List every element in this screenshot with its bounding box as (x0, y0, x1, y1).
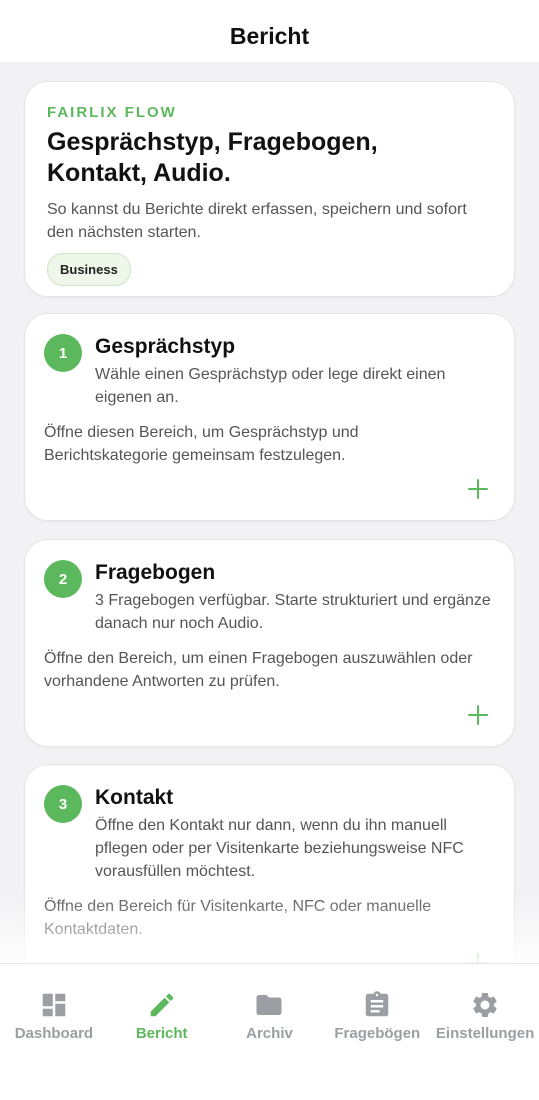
step-number-badge: 2 (44, 560, 82, 598)
step-hint: Öffne diesen Bereich, um Gesprächstyp un… (44, 424, 359, 464)
tab-label: Einstellungen (435, 1025, 535, 1042)
step-title: Gesprächstyp (95, 335, 236, 358)
step-title: Fragebogen (95, 561, 216, 584)
content-scroll-area[interactable]: FAIRLIX FLOW Gesprächstyp, Fragebogen, K… (0, 62, 539, 963)
intro-headline: Gesprächstyp, Fragebogen, Kontakt, Audio… (47, 128, 378, 187)
step-card-fragebogen[interactable]: 2 Fragebogen 3 Fragebogen verfügbar. Sta… (24, 539, 515, 747)
step-title: Kontakt (95, 786, 174, 809)
tab-label: Fragebögen (334, 1025, 421, 1042)
step-hint: Öffne den Bereich, um einen Fragebogen a… (44, 650, 473, 690)
dashboard-icon (42, 993, 66, 1017)
step-number-badge: 3 (44, 785, 82, 823)
clipboard-icon (366, 991, 389, 1017)
step-number-badge: 1 (44, 334, 82, 372)
step-card-kontakt[interactable]: 3 Kontakt Öffne den Kontakt nur dann, we… (24, 764, 515, 963)
brand-label: FAIRLIX FLOW (47, 104, 177, 121)
tab-bericht[interactable]: Bericht (108, 964, 216, 1048)
folder-icon (256, 995, 282, 1015)
tab-einstellungen[interactable]: Einstellungen (431, 964, 539, 1048)
step-description: Wähle einen Gesprächstyp oder lege direk… (95, 366, 446, 406)
page-title: Bericht (229, 22, 310, 49)
tab-label: Dashboard (14, 1025, 94, 1042)
step-description: 3 Fragebogen verfügbar. Starte strukturi… (95, 592, 491, 632)
tab-dashboard[interactable]: Dashboard (0, 964, 108, 1048)
intro-subtitle: So kannst du Berichte direkt erfassen, s… (47, 201, 467, 241)
top-bar: Bericht (0, 0, 539, 62)
step-description: Öffne den Kontakt nur dann, wenn du ihn … (95, 817, 464, 880)
tab-frageboegen[interactable]: Fragebögen (323, 964, 431, 1048)
expand-plus-icon[interactable] (466, 951, 490, 963)
step-hint: Öffne den Bereich für Visitenkarte, NFC … (44, 898, 432, 938)
pencil-icon (150, 993, 173, 1017)
expand-plus-icon[interactable] (466, 477, 490, 501)
bottom-tab-bar: Dashboard Bericht Archiv Fragebögen Eins… (0, 963, 539, 1100)
tab-archiv[interactable]: Archiv (216, 964, 324, 1048)
intro-card: FAIRLIX FLOW Gesprächstyp, Fragebogen, K… (24, 81, 515, 297)
tab-label: Archiv (246, 1025, 293, 1042)
step-card-gespraechstyp[interactable]: 1 Gesprächstyp Wähle einen Gesprächstyp … (24, 313, 515, 521)
gear-icon (473, 992, 497, 1017)
plan-badge: Business (47, 253, 131, 286)
tab-label: Bericht (135, 1025, 188, 1042)
expand-plus-icon[interactable] (466, 703, 490, 727)
